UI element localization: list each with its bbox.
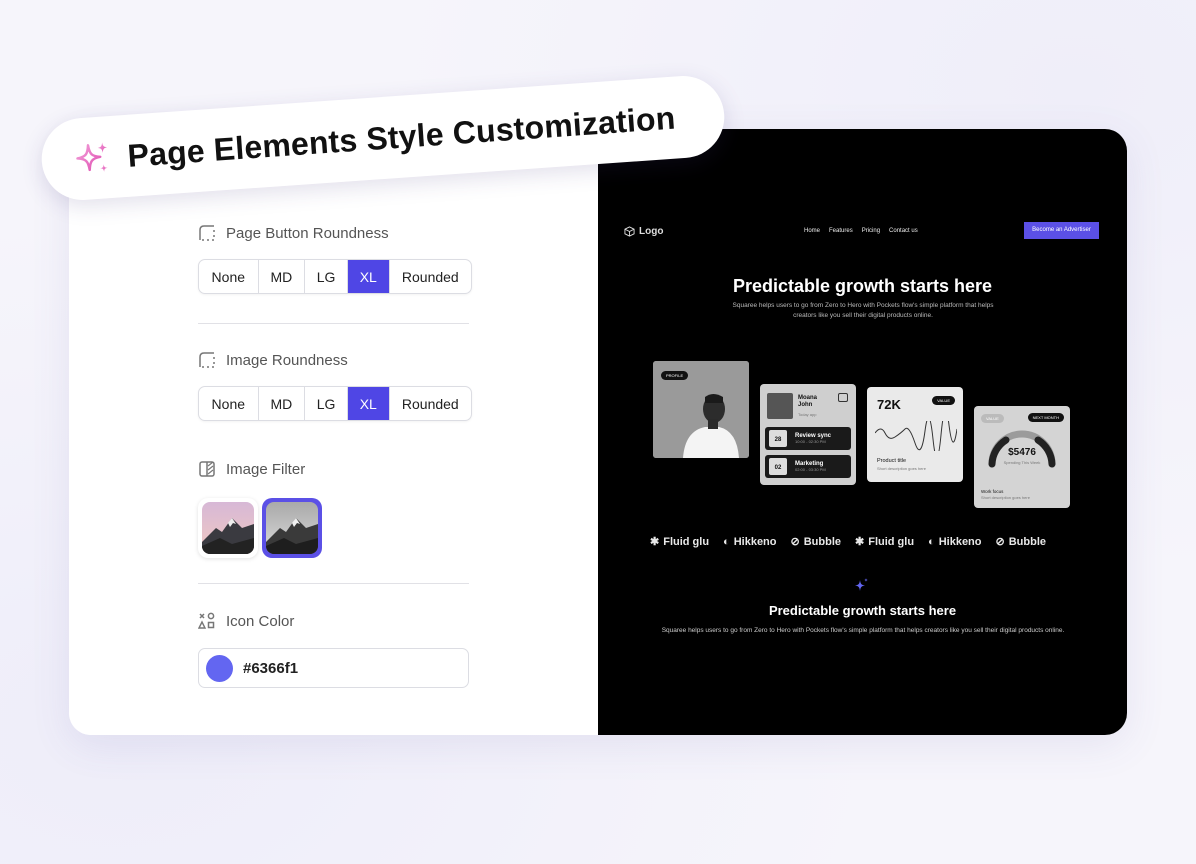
schedule-item[interactable]: 02 Marketing 02:00 - 03:30 PM [765, 455, 851, 478]
partner-logos: ✱ Fluid glu ◐ Hikkeno ⊘ Bubble ✱ Fluid glu ◐… [650, 535, 1060, 549]
main-card: Page Button Roundness None MD LG XL Roun… [69, 129, 1127, 735]
section-subtitle: Squaree helps users to go from Zero to H… [661, 627, 1065, 634]
button-roundness-section: Page Button Roundness None MD LG XL Roun… [198, 224, 472, 294]
image-filter-section: Image Filter [198, 460, 322, 558]
option-md[interactable]: MD [259, 387, 306, 420]
preview-navbar: Logo Home Features Pricing Contact us Be… [624, 222, 1099, 239]
logo-bubble: ⊘ Bubble [995, 535, 1047, 549]
calendar-icon[interactable] [838, 393, 848, 402]
hikkeno-icon: ◐ [928, 535, 935, 548]
logo-fluid-glu: ✱ Fluid glu [650, 535, 710, 549]
gauge-desc: Short description goes here [981, 495, 1030, 500]
schedule-name: Moana John [798, 395, 818, 408]
bubble-icon: ⊘ [995, 536, 1005, 548]
stat-value: 72K [877, 397, 901, 412]
button-roundness-selector: None MD LG XL Rounded [198, 259, 472, 294]
option-xl[interactable]: XL [347, 387, 390, 420]
bubble-icon: ⊘ [790, 536, 800, 548]
nav-link-home[interactable]: Home [804, 228, 820, 234]
logo-fluid-glu: ✱ Fluid glu [855, 535, 915, 549]
nav-link-features[interactable]: Features [829, 228, 853, 234]
option-none[interactable]: None [199, 260, 259, 293]
nav-link-pricing[interactable]: Pricing [862, 228, 880, 234]
logo-hikkeno: ◐ Hikkeno [928, 535, 982, 548]
wave-line [875, 421, 957, 451]
fluid-glu-icon: ✱ [650, 536, 660, 548]
cube-icon [624, 225, 635, 237]
page-title: Page Elements Style Customization [126, 99, 677, 174]
hero-subtitle: Squaree helps users to go from Zero to H… [732, 302, 994, 319]
profile-tag: PROFILE [661, 371, 689, 380]
gauge-title: Work focus [981, 489, 1004, 494]
image-roundness-section: Image Roundness None MD LG XL Rounded [198, 351, 472, 421]
gauge-caption: Spending This Week [1003, 460, 1041, 465]
stat-tag: VALUE [932, 396, 955, 405]
schedule-item[interactable]: 28 Review sync 10:00 - 02:30 PM [765, 427, 851, 450]
fluid-glu-icon: ✱ [855, 536, 865, 548]
gauge-tag: VALUE [981, 414, 1004, 423]
schedule-card: Moana John Today app 28 Review sync 10:0… [760, 384, 856, 485]
section-label: Image Roundness [226, 351, 348, 369]
divider [198, 323, 469, 324]
option-md[interactable]: MD [259, 260, 306, 293]
mountain-color-image [202, 502, 254, 554]
logo-bubble: ⊘ Bubble [790, 535, 842, 549]
stat-card: 72K VALUE Product title Short descriptio… [867, 387, 963, 482]
next-month-button[interactable]: NEXT MONTH [1027, 413, 1064, 422]
filter-grayscale-option[interactable] [262, 498, 322, 558]
option-rounded[interactable]: Rounded [390, 387, 471, 420]
filter-options [198, 498, 322, 558]
schedule-meta: Today app [798, 412, 817, 417]
sparkle-icon [855, 578, 868, 591]
option-lg[interactable]: LG [305, 387, 348, 420]
logo-hikkeno: ◐ Hikkeno [723, 535, 777, 548]
option-xl[interactable]: XL [347, 260, 390, 293]
shapes-icon [198, 612, 215, 629]
icon-color-field[interactable]: #6366f1 [198, 648, 469, 688]
stat-title: Product title [877, 458, 907, 464]
section-title: Predictable growth starts here [768, 603, 957, 618]
mountain-grayscale-image [266, 502, 318, 554]
section-label: Page Button Roundness [226, 224, 389, 242]
filter-icon [199, 461, 215, 477]
gauge-card: VALUE NEXT MONTH $5476 Spending This Wee… [974, 406, 1070, 508]
settings-panel: Page Button Roundness None MD LG XL Roun… [69, 129, 598, 735]
avatar [767, 393, 793, 419]
color-swatch[interactable] [206, 654, 233, 682]
section-label: Image Filter [226, 460, 306, 478]
image-roundness-selector: None MD LG XL Rounded [198, 386, 472, 421]
gauge-value: $5476 [1008, 447, 1036, 458]
filter-color-option[interactable] [198, 498, 258, 558]
stat-desc: Short description goes here [877, 466, 926, 471]
profile-card: PROFILE [653, 361, 749, 458]
option-none[interactable]: None [199, 387, 259, 420]
section-label: Icon Color [226, 612, 295, 630]
option-lg[interactable]: LG [305, 260, 348, 293]
advertiser-button[interactable]: Become an Advertiser [1024, 222, 1099, 239]
hikkeno-icon: ◐ [723, 535, 730, 548]
option-rounded[interactable]: Rounded [390, 260, 471, 293]
icon-color-section: Icon Color #6366f1 [198, 612, 469, 688]
sparkle-icon [76, 142, 108, 172]
hero-title: Predictable growth starts here [732, 276, 993, 296]
preview-panel: Logo Home Features Pricing Contact us Be… [598, 129, 1127, 735]
color-value: #6366f1 [243, 659, 299, 677]
preview-logo[interactable]: Logo [624, 226, 663, 237]
nav-link-contact[interactable]: Contact us [889, 228, 918, 234]
corner-dashed-icon [199, 352, 215, 368]
preview-nav-links: Home Features Pricing Contact us [804, 228, 918, 234]
corner-dashed-icon [199, 225, 215, 241]
divider [198, 583, 469, 584]
